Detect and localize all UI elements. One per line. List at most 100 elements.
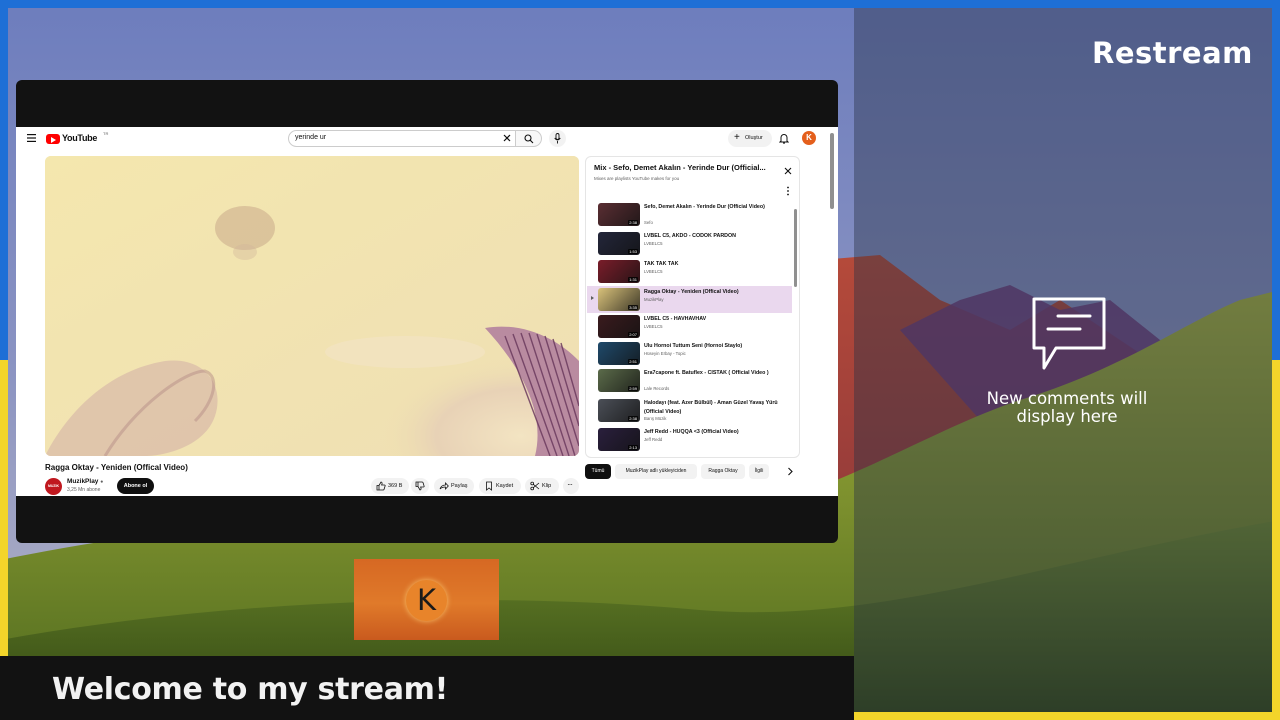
chat-bubble-icon [1032, 297, 1106, 370]
search-input[interactable]: yerinde ur [288, 130, 516, 147]
playlist-item-duration: 2:38 [628, 416, 638, 421]
clip-label: Klip [542, 483, 552, 489]
playlist-scrollbar[interactable] [794, 209, 797, 287]
playlist-item[interactable]: 1:31 TAK TAK TAK LVBELC5 [587, 258, 792, 285]
chip-artist[interactable]: Ragga Oktay [701, 464, 745, 479]
playlist-item[interactable]: 1:53 LVBEL C5, AKDO - CODOK PARDON LVBELC5 [587, 230, 792, 257]
playlist-item-channel: MuzikPlay [644, 297, 664, 302]
hamburger-menu-icon[interactable] [27, 134, 36, 142]
now-playing-icon [591, 296, 594, 300]
playlist-item-channel: Barış Müzik [644, 416, 667, 421]
notifications-bell-icon[interactable] [779, 133, 789, 144]
playlist-item-duration: 2:07 [628, 332, 638, 337]
playlist-item-channel: LVBELC5 [644, 241, 663, 246]
playlist-item-thumbnail: 3:35 [598, 288, 640, 311]
playlist-item-title: Halodayı (feat. Azer Bülbül) - Aman Güze… [644, 400, 778, 415]
playlist-item[interactable]: 2:59 Era7capone ft. Batuflex - CISTAK ( O… [587, 367, 792, 394]
create-label: Oluştur [745, 135, 763, 141]
playlist-item-title: Sefo, Demet Akalın - Yerinde Dur (Offici… [644, 204, 765, 210]
playlist-item[interactable]: 2:38 Halodayı (feat. Azer Bülbül) - Aman … [587, 397, 792, 424]
playlist-item-title: LVBEL C5 - HAVHAVHAV [644, 316, 707, 322]
playlist-item-duration: 2:51 [628, 359, 638, 364]
youtube-logo-country: TR [103, 131, 109, 136]
like-button[interactable]: 369 B [371, 478, 409, 494]
playlist-item-title: Jeff Redd - HUQQA <3 (Official Video) [644, 429, 739, 435]
search-input-value: yerinde ur [295, 134, 327, 141]
thumbs-up-icon [376, 481, 386, 491]
verified-icon: ● [100, 479, 104, 485]
search-icon [524, 134, 534, 144]
share-icon [439, 481, 449, 491]
more-horizontal-icon: ··· [567, 480, 573, 489]
voice-search-button[interactable] [549, 130, 566, 147]
playlist-item-title: TAK TAK TAK [644, 261, 679, 267]
page-scrollbar[interactable] [830, 133, 834, 209]
frame-border-top [0, 0, 1280, 8]
chip-uploader[interactable]: MuzikPlay adlı yükleyiciden [615, 464, 697, 479]
more-vertical-icon[interactable] [786, 186, 790, 196]
clear-search-icon[interactable] [503, 134, 511, 142]
playlist-item-duration: 2:59 [628, 386, 638, 391]
playlist-item-thumbnail: 2:59 [598, 369, 640, 392]
playlist-item[interactable]: 2:51 Ulu Hornoi Tuttum Seni (Hornoi Stayl… [587, 340, 792, 367]
playlist-item[interactable]: 2:13 Jeff Redd - HUQQA <3 (Official Video… [587, 426, 792, 453]
scissors-icon [530, 481, 540, 491]
close-icon[interactable] [784, 167, 792, 175]
playlist-item-thumbnail: 2:38 [598, 203, 640, 226]
brand-logo: Restream [1092, 36, 1253, 70]
banner-text: Welcome to my stream! [52, 672, 448, 707]
playlist-item-duration: 1:53 [628, 249, 638, 254]
youtube-logo-text: YouTube [62, 133, 98, 143]
channel-name[interactable]: MuzikPlay ● [67, 478, 103, 485]
microphone-icon [554, 133, 561, 144]
playlist-item-thumbnail: 2:51 [598, 342, 640, 365]
playlist-panel: Mix - Sefo, Demet Akalın - Yerinde Dur (… [585, 156, 800, 458]
subscribe-button[interactable]: Abone ol [117, 478, 154, 494]
playlist-item-title: Ragga Oktay - Yeniden (Offical Video) [644, 289, 739, 295]
channel-avatar[interactable]: MUZIK PLAY [45, 478, 62, 495]
more-actions-button[interactable]: ··· [563, 478, 579, 494]
account-avatar[interactable]: K [802, 131, 816, 145]
like-count: 369 B [388, 483, 403, 489]
youtube-page: YouTube TR yerinde ur + Oluştur K Ragga … [16, 127, 838, 496]
thumbs-down-icon [415, 481, 425, 491]
playlist-item-title: Era7capone ft. Batuflex - CISTAK ( Offic… [644, 370, 769, 376]
subscriber-count: 3,25 Mn abone [67, 487, 101, 493]
playlist-item[interactable]: 2:07 LVBEL C5 - HAVHAVHAV LVBELC5 [587, 313, 792, 340]
playlist-item-duration: 1:31 [628, 277, 638, 282]
youtube-header: YouTube TR yerinde ur + Oluştur K [16, 127, 838, 151]
playlist-item-channel: LVBELC5 [644, 324, 663, 329]
playlist-item-thumbnail: 2:13 [598, 428, 640, 451]
playlist-item-channel: LVBELC5 [644, 269, 663, 274]
create-button[interactable]: + Oluştur [728, 130, 772, 147]
webcam-tile: K [354, 559, 499, 640]
playlist-item[interactable]: 2:38 Sefo, Demet Akalın - Yerinde Dur (Of… [587, 201, 792, 228]
save-button[interactable]: Kaydet [479, 478, 521, 494]
playlist-item-duration: 2:38 [628, 220, 638, 225]
playlist-item-thumbnail: 2:07 [598, 315, 640, 338]
video-frame [45, 156, 579, 456]
plus-icon: + [734, 132, 740, 143]
search-button[interactable] [516, 130, 542, 147]
dislike-button[interactable] [411, 478, 429, 494]
chip-related[interactable]: İlgili [749, 464, 769, 479]
bookmark-icon [486, 481, 492, 491]
webcam-avatar-letter: K [416, 583, 437, 617]
playlist-item-thumbnail: 1:53 [598, 232, 640, 255]
chevron-right-icon[interactable] [786, 467, 794, 476]
clip-button[interactable]: Klip [525, 478, 559, 494]
playlist-item[interactable]: 3:35 Ragga Oktay - Yeniden (Offical Video… [587, 286, 792, 313]
frame-border-left-top [0, 0, 8, 360]
playlist-item-title: Ulu Hornoi Tuttum Seni (Hornoi Staylo) [644, 343, 743, 349]
save-label: Kaydet [496, 483, 514, 489]
share-label: Paylaş [451, 483, 468, 489]
chat-empty-message: New comments will display here [986, 389, 1148, 426]
share-button[interactable]: Paylaş [434, 478, 474, 494]
youtube-logo[interactable]: YouTube TR [46, 131, 109, 145]
video-title: Ragga Oktay - Yeniden (Offical Video) [45, 463, 188, 472]
playlist-item-channel: Lale Records [644, 386, 670, 391]
chip-all[interactable]: Tümü [585, 464, 611, 479]
playlist-item-duration: 2:13 [628, 445, 638, 450]
playlist-item-duration: 3:35 [628, 305, 638, 310]
video-player[interactable] [45, 156, 579, 456]
